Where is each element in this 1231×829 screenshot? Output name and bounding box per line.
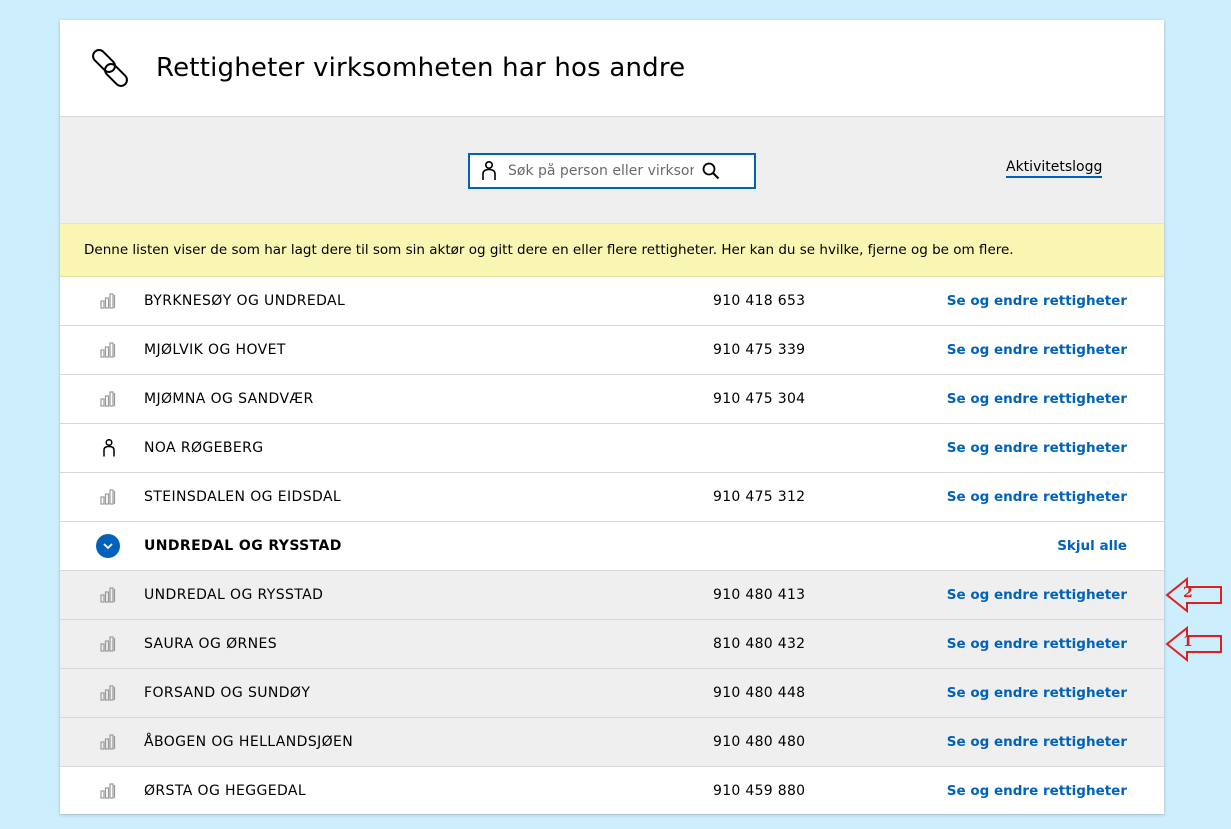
page-title: Rettigheter virksomheten har hos andre	[156, 53, 686, 83]
row-name: NOA RØGEBERG	[144, 440, 264, 456]
list-item: NOA RØGEBERG Se og endre rettigheter	[60, 424, 1164, 473]
list-item: MJØLVIK OG HOVET 910 475 339 Se og endre r…	[60, 326, 1164, 375]
toolbar: Aktivitetslogg	[60, 117, 1164, 224]
group-row[interactable]: UNDREDAL OG RYSSTAD Skjul alle	[60, 522, 1164, 571]
row-icon	[100, 782, 118, 800]
rights-list: BYRKNESØY OG UNDREDAL 910 418 653 Se og en…	[60, 277, 1164, 816]
person-icon	[103, 439, 115, 457]
edit-rights-link[interactable]: Se og endre rettigheter	[947, 489, 1127, 505]
building-icon	[100, 685, 116, 701]
row-icon	[100, 390, 118, 408]
building-icon	[100, 734, 116, 750]
link-icon	[92, 49, 128, 87]
row-icon	[100, 733, 118, 751]
row-name: ÅBOGEN OG HELLANDSJØEN	[144, 734, 354, 750]
org-number: 910 480 480	[713, 734, 806, 750]
edit-rights-link[interactable]: Se og endre rettigheter	[947, 636, 1127, 652]
edit-rights-link[interactable]: Se og endre rettigheter	[947, 587, 1127, 603]
hide-all-button[interactable]: Skjul alle	[1057, 538, 1127, 554]
org-number: 910 475 339	[713, 342, 806, 358]
row-icon	[100, 292, 118, 310]
annotation-arrow: 2	[1165, 576, 1223, 614]
list-item: MJØMNA OG SANDVÆR 910 475 304 Se og endre …	[60, 375, 1164, 424]
row-name: MJØLVIK OG HOVET	[144, 342, 286, 358]
edit-rights-link[interactable]: Se og endre rettigheter	[947, 783, 1127, 799]
building-icon	[100, 391, 116, 407]
annotation-arrow: 1	[1165, 625, 1223, 663]
row-icon	[100, 586, 118, 604]
row-name: BYRKNESØY OG UNDREDAL	[144, 293, 346, 309]
org-number: 910 475 304	[713, 391, 806, 407]
row-name: UNDREDAL OG RYSSTAD	[144, 587, 324, 603]
edit-rights-link[interactable]: Se og endre rettigheter	[947, 685, 1127, 701]
search-icon[interactable]	[702, 162, 720, 180]
list-item: BYRKNESØY OG UNDREDAL 910 418 653 Se og en…	[60, 277, 1164, 326]
search-input[interactable]	[506, 162, 696, 180]
search-box[interactable]	[468, 153, 756, 189]
org-number: 910 459 880	[713, 783, 806, 799]
row-name: SAURA OG ØRNES	[144, 636, 278, 652]
row-icon[interactable]	[96, 534, 120, 558]
edit-rights-link[interactable]: Se og endre rettigheter	[947, 734, 1127, 750]
list-item: STEINSDALEN OG EIDSDAL 910 475 312 Se og e…	[60, 473, 1164, 522]
row-name: UNDREDAL OG RYSSTAD	[144, 538, 342, 554]
row-icon	[100, 488, 118, 506]
building-icon	[100, 636, 116, 652]
org-number: 810 480 432	[713, 636, 806, 652]
org-number: 910 418 653	[713, 293, 806, 309]
building-icon	[100, 293, 116, 309]
building-icon	[100, 783, 116, 799]
row-name: ØRSTA OG HEGGEDAL	[144, 783, 307, 799]
person-icon	[482, 161, 496, 180]
annotation-number: 1	[1183, 634, 1193, 650]
org-number: 910 475 312	[713, 489, 806, 505]
activity-log-link[interactable]: Aktivitetslogg	[1006, 159, 1103, 178]
row-icon	[100, 439, 118, 457]
edit-rights-link[interactable]: Se og endre rettigheter	[947, 440, 1127, 456]
info-banner: Denne listen viser de som har lagt dere …	[60, 224, 1164, 277]
annotation-number: 2	[1183, 585, 1193, 601]
row-icon	[100, 684, 118, 702]
row-name: STEINSDALEN OG EIDSDAL	[144, 489, 342, 505]
chevron-down-icon[interactable]	[96, 534, 120, 558]
edit-rights-link[interactable]: Se og endre rettigheter	[947, 293, 1127, 309]
list-item: SAURA OG ØRNES 810 480 432 Se og endre ret…	[60, 620, 1164, 669]
org-number: 910 480 448	[713, 685, 806, 701]
building-icon	[100, 587, 116, 603]
row-name: MJØMNA OG SANDVÆR	[144, 391, 314, 407]
org-number: 910 480 413	[713, 587, 806, 603]
list-item: ÅBOGEN OG HELLANDSJØEN 910 480 480 Se og e…	[60, 718, 1164, 767]
building-icon	[100, 342, 116, 358]
list-item: ØRSTA OG HEGGEDAL 910 459 880 Se og endre …	[60, 767, 1164, 816]
list-item: UNDREDAL OG RYSSTAD 910 480 413 Se og endr…	[60, 571, 1164, 620]
row-name: FORSAND OG SUNDØY	[144, 685, 311, 701]
list-item: FORSAND OG SUNDØY 910 480 448 Se og endre …	[60, 669, 1164, 718]
row-icon	[100, 635, 118, 653]
edit-rights-link[interactable]: Se og endre rettigheter	[947, 391, 1127, 407]
building-icon	[100, 489, 116, 505]
row-icon	[100, 341, 118, 359]
page-header: Rettigheter virksomheten har hos andre	[60, 20, 1164, 117]
main-panel: Rettigheter virksomheten har hos andre A…	[60, 20, 1164, 816]
edit-rights-link[interactable]: Se og endre rettigheter	[947, 342, 1127, 358]
